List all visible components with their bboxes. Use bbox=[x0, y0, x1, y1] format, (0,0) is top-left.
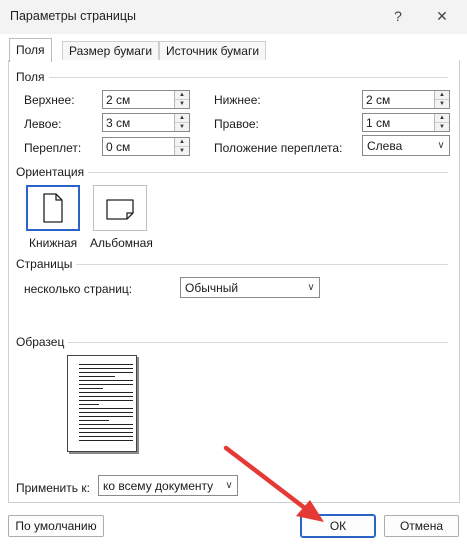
portrait-label[interactable]: Книжная bbox=[29, 236, 77, 250]
preview-group-line bbox=[16, 342, 448, 343]
multiple-pages-label: несколько страниц: bbox=[24, 282, 133, 296]
right-margin-spinner[interactable]: 1 см ▲ ▼ bbox=[362, 113, 450, 132]
multiple-pages-value: Обычный bbox=[185, 281, 239, 295]
preview-line bbox=[79, 380, 133, 381]
gutter-label: Переплет: bbox=[24, 141, 82, 155]
bottom-margin-value[interactable]: 2 см bbox=[366, 93, 390, 107]
preview-line bbox=[79, 368, 133, 369]
preview-line bbox=[79, 412, 133, 413]
pages-group-label: Страницы bbox=[16, 257, 77, 271]
spin-up-icon[interactable]: ▲ bbox=[175, 91, 189, 100]
landscape-option[interactable] bbox=[93, 185, 147, 231]
preview-line bbox=[79, 408, 133, 409]
bottom-margin-label: Нижнее: bbox=[214, 93, 261, 107]
spin-up-icon[interactable]: ▲ bbox=[175, 114, 189, 123]
margins-group-line bbox=[16, 77, 448, 78]
close-button[interactable]: ✕ bbox=[427, 4, 457, 28]
page-preview bbox=[67, 355, 137, 452]
help-button[interactable]: ? bbox=[383, 4, 413, 28]
gutter-position-value: Слева bbox=[367, 139, 403, 153]
top-margin-label: Верхнее: bbox=[24, 93, 75, 107]
chevron-down-icon[interactable]: ∨ bbox=[433, 136, 449, 155]
right-margin-label: Правое: bbox=[214, 117, 259, 131]
bottom-margin-spinner[interactable]: 2 см ▲ ▼ bbox=[362, 90, 450, 109]
dialog-title: Параметры страницы bbox=[10, 9, 137, 23]
multiple-pages-select[interactable]: Обычный ∨ bbox=[180, 277, 320, 298]
preview-line bbox=[79, 372, 133, 373]
right-margin-value[interactable]: 1 см bbox=[366, 116, 390, 130]
landscape-page-icon bbox=[106, 199, 134, 220]
left-margin-label: Левое: bbox=[24, 117, 62, 131]
left-margin-value[interactable]: 3 см bbox=[106, 116, 130, 130]
chevron-down-icon[interactable]: ∨ bbox=[303, 278, 319, 297]
gutter-position-label: Положение переплета: bbox=[214, 141, 343, 155]
preview-line bbox=[79, 392, 133, 393]
preview-line bbox=[79, 376, 115, 377]
spin-down-icon[interactable]: ▼ bbox=[435, 100, 449, 108]
portrait-page-icon bbox=[43, 193, 63, 223]
preview-line bbox=[79, 400, 133, 401]
tab-paper-source[interactable]: Источник бумаги bbox=[159, 41, 267, 61]
top-margin-value[interactable]: 2 см bbox=[106, 93, 130, 107]
preview-line bbox=[79, 432, 133, 433]
apply-to-label: Применить к: bbox=[16, 481, 90, 495]
spin-up-icon[interactable]: ▲ bbox=[435, 114, 449, 123]
cancel-button[interactable]: Отмена bbox=[384, 515, 459, 537]
preview-line bbox=[79, 396, 133, 397]
spin-down-icon[interactable]: ▼ bbox=[175, 100, 189, 108]
gutter-value[interactable]: 0 см bbox=[106, 140, 130, 154]
spin-down-icon[interactable]: ▼ bbox=[175, 123, 189, 131]
spin-up-icon[interactable]: ▲ bbox=[435, 91, 449, 100]
red-arrow-annotation bbox=[223, 445, 324, 522]
margins-group-label: Поля bbox=[16, 70, 49, 84]
tab-margins[interactable]: Поля bbox=[9, 38, 52, 62]
preview-line bbox=[79, 436, 133, 437]
preview-line bbox=[79, 440, 133, 441]
apply-to-value: ко всему документу bbox=[103, 479, 214, 493]
preview-line bbox=[79, 420, 109, 421]
preview-line bbox=[79, 416, 133, 417]
spin-down-icon[interactable]: ▼ bbox=[175, 147, 189, 155]
spin-up-icon[interactable]: ▲ bbox=[175, 138, 189, 147]
landscape-label[interactable]: Альбомная bbox=[90, 236, 153, 250]
preview-line bbox=[79, 428, 133, 429]
left-margin-spinner[interactable]: 3 см ▲ ▼ bbox=[102, 113, 190, 132]
portrait-option[interactable] bbox=[26, 185, 80, 231]
pages-group-line bbox=[16, 264, 448, 265]
apply-to-select[interactable]: ко всему документу ∨ bbox=[98, 475, 238, 496]
gutter-spinner[interactable]: 0 см ▲ ▼ bbox=[102, 137, 190, 156]
top-margin-spinner[interactable]: 2 см ▲ ▼ bbox=[102, 90, 190, 109]
preview-line bbox=[79, 384, 133, 385]
preview-line bbox=[79, 404, 99, 405]
orientation-group-label: Ориентация bbox=[16, 165, 89, 179]
set-default-button[interactable]: По умолчанию bbox=[8, 515, 104, 537]
tab-paper-size[interactable]: Размер бумаги bbox=[62, 41, 160, 61]
preview-group-label: Образец bbox=[16, 335, 69, 349]
spin-down-icon[interactable]: ▼ bbox=[435, 123, 449, 131]
preview-line bbox=[79, 364, 133, 365]
preview-line bbox=[79, 424, 133, 425]
gutter-position-select[interactable]: Слева ∨ bbox=[362, 135, 450, 156]
preview-line bbox=[79, 388, 103, 389]
